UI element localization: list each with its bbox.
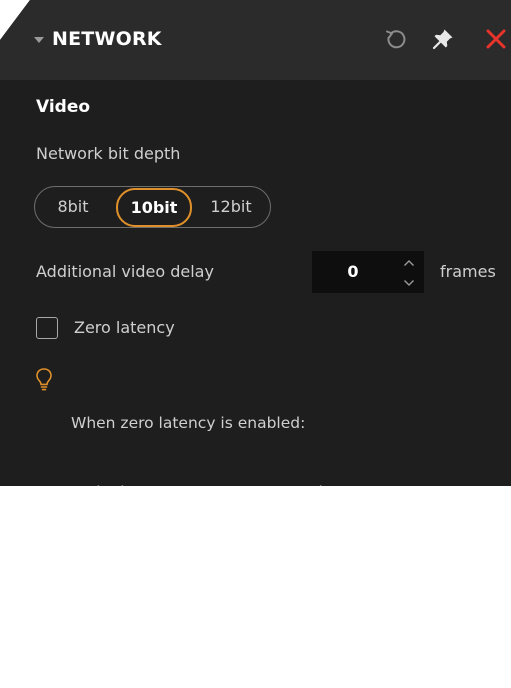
bit-depth-label: Network bit depth: [36, 144, 181, 163]
video-delay-value[interactable]: 0: [312, 251, 394, 293]
pin-icon[interactable]: [428, 22, 458, 56]
increment-icon[interactable]: [394, 252, 424, 273]
note-line: - Multiple inputs must be synchronize.: [71, 621, 372, 639]
zero-latency-note: When zero latency is enabled: - Single p…: [71, 366, 401, 639]
bit-depth-option-10bit[interactable]: 10bit: [116, 188, 192, 227]
bit-depth-option-8bit[interactable]: 8bit: [41, 187, 105, 226]
reset-icon[interactable]: [380, 22, 410, 56]
panel-title: NETWORK: [52, 28, 162, 50]
note-line: - Single port area cannot cross layers.: [71, 483, 371, 501]
lightbulb-icon: [33, 366, 55, 394]
video-delay-label: Additional video delay: [36, 262, 214, 281]
zero-latency-checkbox[interactable]: [36, 317, 58, 339]
collapse-caret-icon[interactable]: [34, 37, 44, 43]
close-icon[interactable]: [481, 22, 511, 56]
bit-depth-option-12bit[interactable]: 12bit: [198, 187, 264, 226]
section-title-video: Video: [36, 97, 91, 117]
network-panel: NETWORK Video Network bit depth 8bit 10b…: [0, 0, 511, 486]
note-line: - Input needs to be set as genlock sourc…: [71, 552, 401, 570]
bit-depth-selector: 8bit 10bit 12bit: [34, 186, 271, 228]
panel-header: NETWORK: [0, 0, 511, 80]
note-line: When zero latency is enabled:: [71, 414, 306, 432]
video-delay-stepper[interactable]: 0: [312, 251, 424, 293]
decrement-icon[interactable]: [394, 272, 424, 293]
video-delay-unit: frames: [440, 262, 496, 281]
zero-latency-label[interactable]: Zero latency: [74, 318, 175, 337]
